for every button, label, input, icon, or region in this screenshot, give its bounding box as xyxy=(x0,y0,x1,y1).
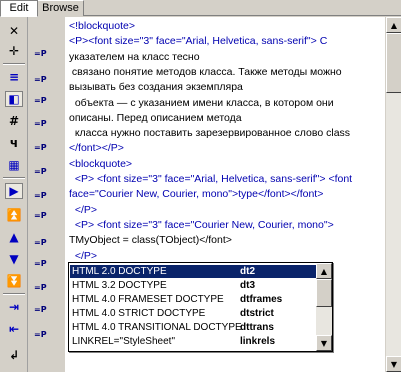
play-icon: ▶ xyxy=(9,184,19,198)
paragraph-marker[interactable]: =P xyxy=(34,166,54,177)
autocomplete-item-name: HTML 4.0 FRAMESET DOCTYPE xyxy=(72,294,224,305)
go-top-icon: ⏫ xyxy=(6,208,22,222)
autocomplete-item[interactable]: LINKREL="StyleSheet" linkrels xyxy=(70,335,316,348)
tab-edit[interactable]: Edit xyxy=(0,0,38,17)
code-line[interactable]: связано понятие методов класса. Также ме… xyxy=(69,66,342,79)
code-line[interactable]: </P> xyxy=(69,250,97,263)
left-toolbar: ✕ ✛ ≡ ◧ # ч ▦ ▶ ⏫ ▲ ▼ ⏬ ⇥ ⇤ ↲ xyxy=(0,17,28,372)
code-line[interactable]: </font></P> xyxy=(69,142,124,155)
code-line[interactable]: </P> xyxy=(69,204,97,217)
code-line[interactable]: face="Courier New, Courier, mono">type</… xyxy=(69,188,323,201)
paragraph-marker[interactable]: =P xyxy=(34,142,54,153)
autocomplete-item-shortcut: dt3 xyxy=(240,280,255,291)
toolbar-divider xyxy=(3,293,25,295)
split-icon: ◧ xyxy=(8,92,20,106)
popup-scrollbar-thumb[interactable] xyxy=(316,279,332,307)
autocomplete-item[interactable]: HTML 4.0 STRICT DOCTYPE dtstrict xyxy=(70,307,316,320)
close-icon: ✕ xyxy=(8,24,20,38)
outdent-button[interactable]: ⇤ xyxy=(5,321,23,337)
code-line[interactable]: вызывать без создания экземпляра xyxy=(69,81,243,94)
toolbar-divider xyxy=(3,63,25,65)
arrow-down-icon: ▼ xyxy=(320,338,328,348)
toolbar-divider xyxy=(3,177,25,179)
scrollbar-thumb[interactable] xyxy=(386,33,401,93)
arrow-up-icon: ▲ xyxy=(9,230,19,244)
autocomplete-item-name: HTML 3.2 DOCTYPE xyxy=(72,280,167,291)
autocomplete-item-shortcut: dt2 xyxy=(240,266,255,277)
table-icon: ▦ xyxy=(8,158,20,172)
hash-icon: # xyxy=(8,114,20,128)
paragraph-marker[interactable]: =P xyxy=(34,210,54,221)
autocomplete-item[interactable]: HTML 3.2 DOCTYPE dt3 xyxy=(70,279,316,292)
pin-button[interactable]: ✛ xyxy=(5,43,23,59)
popup-scrollbar[interactable]: ▲ ▼ xyxy=(316,263,332,351)
autocomplete-item-name: HTML 2.0 DOCTYPE xyxy=(72,266,167,277)
code-line[interactable]: класса нужно поставить зарезервированное… xyxy=(69,127,350,140)
paragraph-gutter: =P =P =P =P =P =P =P =P =P =P =P =P =P xyxy=(28,17,65,372)
paragraph-marker[interactable]: =P xyxy=(34,329,54,340)
autocomplete-item[interactable]: HTML 4.0 TRANSITIONAL DOCTYPE dttrans xyxy=(70,321,316,334)
autocomplete-item-name: HTML 4.0 TRANSITIONAL DOCTYPE xyxy=(72,322,242,333)
go-bottom-button[interactable]: ⏬ xyxy=(5,273,23,289)
paragraph-marker[interactable]: =P xyxy=(34,282,54,293)
close-button[interactable]: ✕ xyxy=(5,23,23,39)
outdent-icon: ⇤ xyxy=(8,322,20,336)
code-line[interactable]: TMyObject = class(TObject)</font> xyxy=(69,234,232,247)
autocomplete-item-name: LINKREL="StyleSheet" xyxy=(72,336,175,347)
autocomplete-popup: HTML 2.0 DOCTYPE dt2 HTML 3.2 DOCTYPE dt3 HT… xyxy=(68,262,333,352)
code-line[interactable]: <!blockquote> xyxy=(69,20,135,33)
run-button[interactable]: ▶ xyxy=(5,183,23,199)
autocomplete-item-shortcut: dtstrict xyxy=(240,308,274,319)
scroll-down-button[interactable]: ▼ xyxy=(386,356,401,372)
arrow-down-icon: ▼ xyxy=(9,252,19,266)
char-button[interactable]: ч xyxy=(5,135,23,151)
code-line[interactable]: <P> <font size="3" face="Arial, Helvetic… xyxy=(69,173,352,186)
arrow-up-icon: ▲ xyxy=(320,266,328,276)
autocomplete-item-shortcut: dtframes xyxy=(240,294,283,305)
tab-browse[interactable]: Browse xyxy=(38,0,84,16)
code-line[interactable]: объекта — с указанием имени класса, в ко… xyxy=(69,97,334,110)
go-bottom-icon: ⏬ xyxy=(6,274,22,288)
popup-scroll-up-button[interactable]: ▲ xyxy=(316,263,332,279)
arrow-down-icon: ▼ xyxy=(390,359,398,369)
paragraph-marker[interactable]: =P xyxy=(34,258,54,269)
vertical-scrollbar[interactable]: ▲ ▼ xyxy=(385,17,401,372)
autocomplete-item[interactable]: HTML 4.0 FRAMESET DOCTYPE dtframes xyxy=(70,293,316,306)
paragraph-marker[interactable]: =P xyxy=(34,118,54,129)
autocomplete-item-name: HTML 4.0 STRICT DOCTYPE xyxy=(72,308,206,319)
char-icon: ч xyxy=(9,136,19,150)
split-view-button[interactable]: ◧ xyxy=(5,91,23,107)
indent-button[interactable]: ⇥ xyxy=(5,299,23,315)
paragraph-marker[interactable]: =P xyxy=(34,190,54,201)
code-line[interactable]: <blockquote> xyxy=(69,158,132,171)
paragraph-marker[interactable]: =P xyxy=(34,95,54,106)
go-top-button[interactable]: ⏫ xyxy=(5,207,23,223)
code-line[interactable]: <P> <font size="3" face="Courier New, Co… xyxy=(69,219,334,232)
paragraph-marker[interactable]: =P xyxy=(34,74,54,85)
tab-bar: Edit Browse xyxy=(0,0,401,17)
paragraph-marker[interactable]: =P xyxy=(34,48,54,59)
code-line[interactable]: описаны. Перед описанием метода xyxy=(69,112,242,125)
popup-scroll-down-button[interactable]: ▼ xyxy=(316,335,332,351)
indent-icon: ⇥ xyxy=(8,300,20,314)
code-line[interactable]: указателем на класс тесно xyxy=(69,51,200,64)
move-up-button[interactable]: ▲ xyxy=(5,229,23,245)
move-down-button[interactable]: ▼ xyxy=(5,251,23,267)
autocomplete-item-shortcut: linkrels xyxy=(240,336,276,347)
table-button[interactable]: ▦ xyxy=(5,157,23,173)
hash-button[interactable]: # xyxy=(5,113,23,129)
wrap-icon: ↲ xyxy=(8,348,20,362)
paragraph-marker[interactable]: =P xyxy=(34,237,54,248)
arrow-up-icon: ▲ xyxy=(390,20,398,30)
wrap-button[interactable]: ↲ xyxy=(5,347,23,363)
autocomplete-item[interactable]: HTML 2.0 DOCTYPE dt2 xyxy=(70,265,316,278)
list-button[interactable]: ≡ xyxy=(5,69,23,85)
list-icon: ≡ xyxy=(8,70,20,84)
paragraph-marker[interactable]: =P xyxy=(34,304,54,315)
pin-icon: ✛ xyxy=(8,44,20,58)
autocomplete-item-shortcut: dttrans xyxy=(240,322,274,333)
scroll-up-button[interactable]: ▲ xyxy=(386,17,401,33)
code-line[interactable]: <P><font size="3" face="Arial, Helvetica… xyxy=(69,35,327,48)
